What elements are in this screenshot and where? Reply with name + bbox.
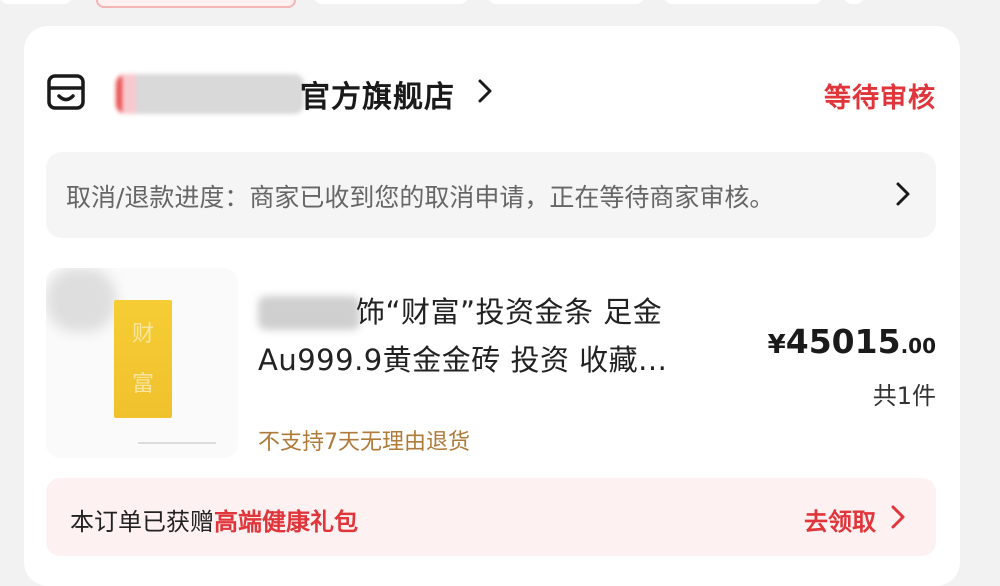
thumb-redacted [46, 268, 116, 332]
store-header: 官方旗舰店 等待审核 [46, 70, 936, 116]
chevron-right-icon[interactable] [890, 504, 906, 530]
product-item[interactable]: 财 富 饰“财富”投资金条 足金 Au999.9黄金金砖 投资 收藏... 不支… [46, 268, 936, 464]
chevron-right-icon [896, 182, 910, 206]
filter-tab[interactable] [844, 0, 864, 4]
chevron-right-icon[interactable] [474, 76, 496, 106]
product-price: ¥45015.00 [768, 322, 936, 361]
filter-tab[interactable] [314, 0, 468, 4]
gift-text: 本订单已获赠高端健康礼包 [70, 502, 358, 537]
claim-gift-button[interactable]: 去领取 [804, 502, 876, 537]
filter-tab-active[interactable] [96, 0, 296, 8]
gold-bar-char: 财 [131, 322, 154, 347]
gold-bar-char: 富 [131, 372, 154, 397]
order-card: 官方旗舰店 等待审核 取消/退款进度：商家已收到您的取消申请，正在等待商家审核。… [24, 26, 960, 586]
gift-highlight: 高端健康礼包 [214, 508, 358, 536]
price-decimal: .00 [900, 334, 936, 358]
product-quantity: 共1件 [872, 382, 936, 410]
price-integer: 45015 [785, 322, 901, 361]
filter-tab[interactable] [488, 0, 644, 4]
return-policy-note: 不支持7天无理由退货 [258, 430, 470, 455]
filter-tabs [0, 0, 1000, 10]
store-icon [47, 74, 85, 110]
gift-banner[interactable]: 本订单已获赠高端健康礼包 去领取 [46, 478, 936, 556]
thumb-divider [138, 442, 216, 444]
product-title[interactable]: 饰“财富”投资金条 足金 Au999.9黄金金砖 投资 收藏... [258, 288, 718, 384]
product-title-line: Au999.9黄金金砖 投资 收藏... [258, 343, 668, 377]
product-thumbnail[interactable]: 财 富 [46, 268, 238, 458]
price-symbol: ¥ [767, 330, 786, 360]
refund-progress[interactable]: 取消/退款进度：商家已收到您的取消申请，正在等待商家审核。 [46, 152, 936, 238]
filter-tab[interactable] [0, 0, 72, 4]
order-status: 等待审核 [824, 83, 936, 114]
gift-prefix: 本订单已获赠 [70, 508, 214, 536]
store-logo-redacted [116, 74, 304, 114]
refund-progress-text: 取消/退款进度：商家已收到您的取消申请，正在等待商家审核。 [66, 183, 775, 212]
gold-bar-image: 财 富 [114, 300, 172, 418]
filter-tab[interactable] [664, 0, 822, 4]
product-title-line: 饰“财富”投资金条 足金 [356, 295, 663, 329]
store-name[interactable]: 官方旗舰店 [300, 72, 455, 116]
